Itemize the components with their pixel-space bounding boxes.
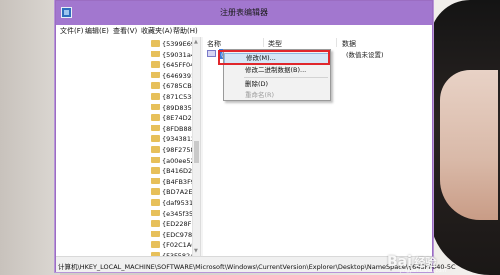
registry-editor-window: 注册表编辑器 文件(F) 编辑(E) 查看(V) 收藏夹(A) 帮助(H) {5…: [55, 0, 456, 272]
folder-icon: [151, 82, 160, 89]
tree-item-label: {8FDB888: [162, 124, 196, 133]
column-separator[interactable]: [263, 38, 264, 47]
watermark-url: jingyan.baidu.com: [400, 268, 447, 274]
context-menu-rename: 重命名(R): [245, 91, 275, 99]
menu-edit[interactable]: 编辑(E): [85, 26, 109, 36]
folder-icon: [151, 199, 160, 206]
folder-icon: [151, 156, 160, 164]
menu-view[interactable]: 查看(V): [113, 26, 137, 36]
folder-icon: [151, 135, 160, 142]
key-tree-pane[interactable]: {5399E694- {59031a47 {645FF040 {64693913 {67…: [56, 37, 200, 256]
wallpaper-left-area: [0, 0, 60, 275]
window-title: 注册表编辑器: [220, 8, 268, 17]
scrollbar-thumb[interactable]: [194, 141, 199, 163]
annotation-highlight-box: [218, 50, 330, 65]
title-bar[interactable]: 注册表编辑器: [56, 1, 432, 25]
menu-help[interactable]: 帮助(H): [173, 26, 198, 36]
menu-bar: 文件(F) 编辑(E) 查看(V) 收藏夹(A) 帮助(H): [56, 25, 432, 37]
folder-icon: [151, 177, 160, 185]
folder-icon: [151, 40, 160, 47]
context-menu-delete[interactable]: 删除(D): [224, 79, 330, 90]
folder-icon: [151, 220, 160, 227]
folder-icon: [151, 230, 160, 238]
column-header-type[interactable]: 类型: [268, 39, 282, 49]
tree-item-label: {8E74D23: [162, 114, 196, 123]
folder-icon: [151, 124, 160, 132]
folder-icon: [151, 61, 160, 68]
folder-icon: [151, 146, 160, 153]
tree-item-label: {98F2758: [162, 146, 195, 154]
column-header-name[interactable]: 名称: [207, 39, 221, 49]
wallpaper-portrait-face: [440, 70, 498, 220]
folder-icon: [151, 93, 160, 100]
tree-scrollbar[interactable]: ▲ ▼: [192, 37, 200, 256]
scroll-down-arrow-icon[interactable]: ▼: [194, 248, 198, 254]
scroll-up-arrow-icon[interactable]: ▲: [194, 39, 198, 45]
tree-item-label: {B4FB3F9: [162, 177, 195, 186]
context-menu-separator: [244, 77, 328, 78]
folder-icon: [151, 209, 160, 217]
column-header-data[interactable]: 数据: [342, 39, 356, 49]
column-separator[interactable]: [336, 38, 337, 47]
folder-icon: [151, 241, 160, 248]
folder-icon: [151, 71, 160, 79]
tree-item-label: {F02C1A0: [162, 241, 196, 250]
status-bar: 计算机\HKEY_LOCAL_MACHINE\SOFTWARE\Microsof…: [56, 256, 456, 272]
folder-icon: [151, 114, 160, 121]
value-data: (数值未设置): [346, 51, 384, 59]
menu-favorites[interactable]: 收藏夹(A): [141, 26, 172, 36]
folder-icon: [151, 188, 160, 195]
folder-icon: [151, 167, 160, 174]
string-value-icon: [207, 50, 216, 57]
folder-icon: [151, 50, 160, 58]
folder-icon: [151, 103, 160, 111]
context-menu-modify-binary[interactable]: 修改二进制数据(B)...: [224, 65, 330, 76]
menu-file[interactable]: 文件(F): [60, 26, 84, 36]
tree-item-label: {89D8357: [162, 103, 196, 112]
